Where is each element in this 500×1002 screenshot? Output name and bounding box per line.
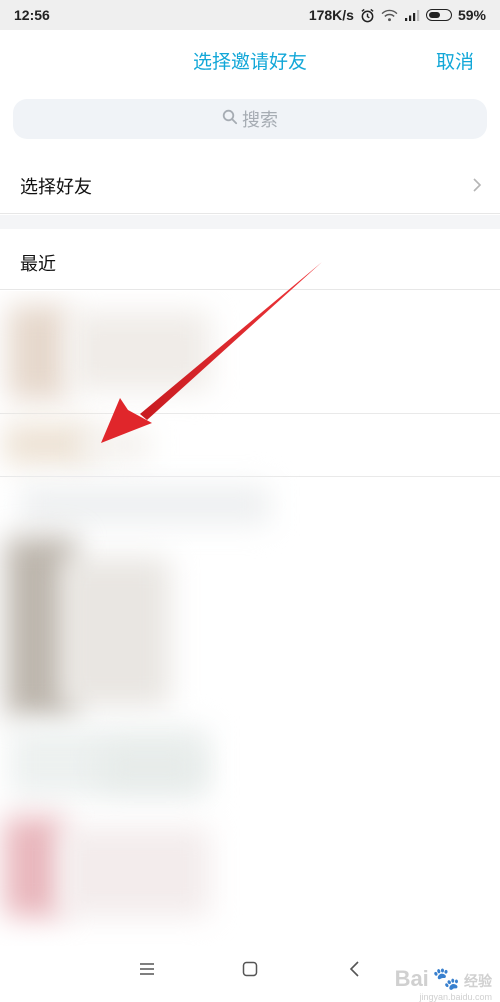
watermark-text-b: 经验 — [464, 973, 492, 989]
back-icon[interactable] — [346, 960, 364, 982]
annotation-arrow-icon — [101, 262, 322, 443]
paw-icon: 🐾 — [432, 966, 461, 991]
menu-icon[interactable] — [138, 960, 156, 982]
watermark: Bai 🐾 经验 jingyan.baidu.com — [395, 966, 492, 1002]
watermark-url: jingyan.baidu.com — [419, 992, 492, 1002]
home-icon[interactable] — [241, 960, 259, 982]
watermark-text-a: Bai — [394, 966, 429, 991]
system-nav-bar: Bai 🐾 经验 jingyan.baidu.com — [0, 946, 500, 1002]
